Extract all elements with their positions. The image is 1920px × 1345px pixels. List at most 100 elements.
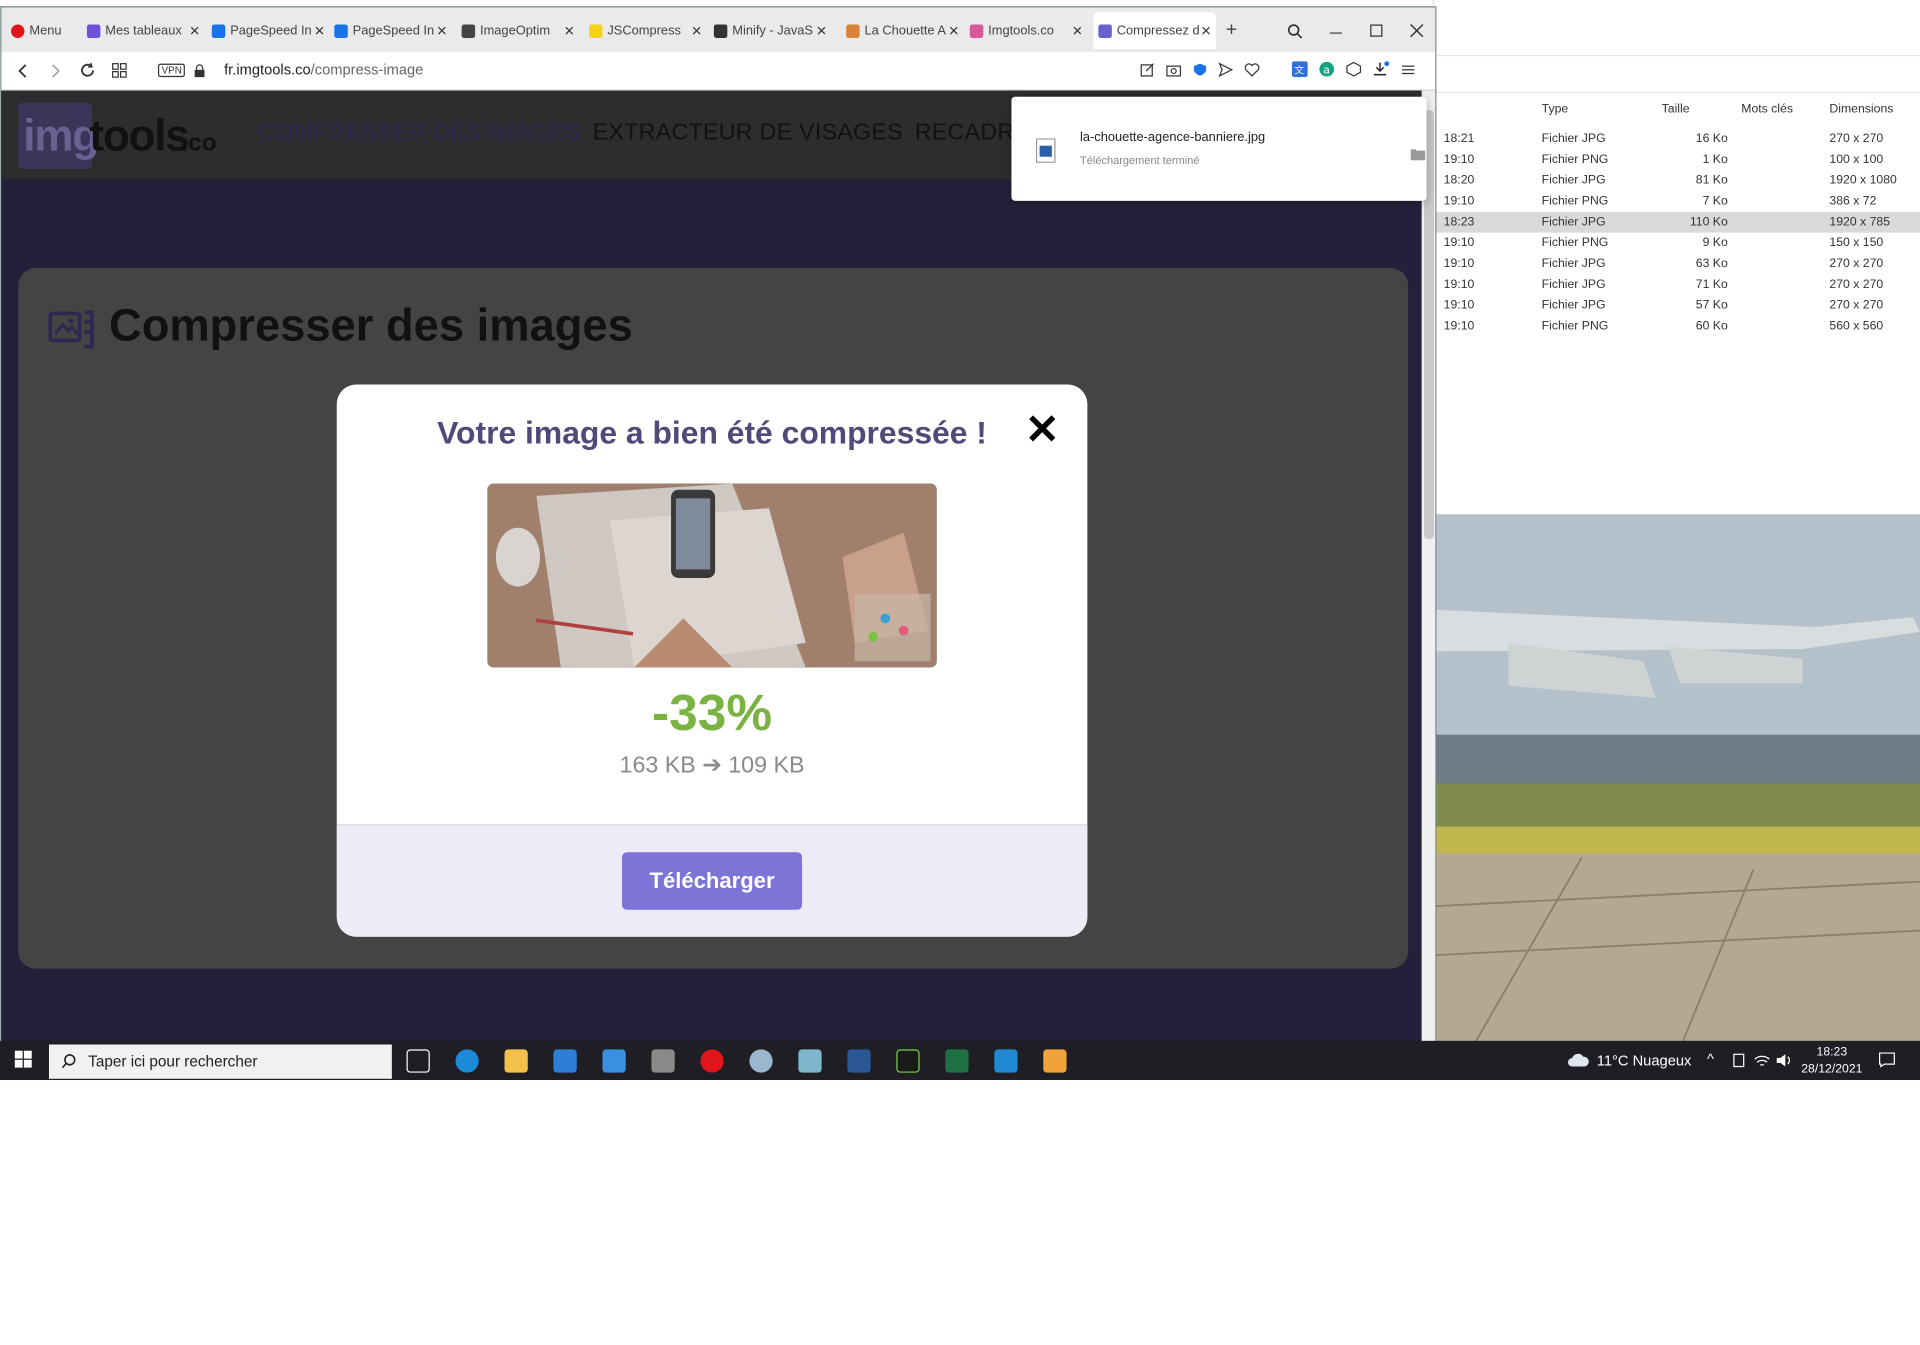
camera-icon[interactable] [1166,61,1182,83]
weather-text[interactable]: 11°C Nuageux [1597,1052,1692,1069]
reload-icon[interactable] [80,62,96,84]
nav-compress-images[interactable]: COMPRESSER DES IMAGES [258,120,580,147]
column-header-dimensions[interactable]: Dimensions [1829,103,1893,116]
word-icon[interactable] [847,1049,871,1073]
volume-icon[interactable] [1776,1052,1793,1074]
tray-chevron-icon[interactable]: ^ [1707,1051,1714,1068]
url-field[interactable]: fr.imgtools.co/compress-image [224,61,423,78]
wifi-icon[interactable] [1753,1052,1770,1074]
vpn-badge[interactable]: VPN [157,63,186,78]
shield-icon[interactable] [1193,61,1208,83]
tab-close-icon[interactable]: × [564,21,574,41]
calculator-icon[interactable] [651,1049,675,1073]
sublime-text-icon[interactable] [1043,1049,1067,1073]
tab-close-icon[interactable]: × [1072,21,1082,41]
tab-favicon-icon [846,23,860,38]
snapshot-edit-icon[interactable] [1140,61,1155,83]
tab-close-icon[interactable]: × [314,21,324,41]
extensions-cube-icon[interactable] [1346,61,1362,83]
browser-tab[interactable]: Compressez d × [1093,12,1216,49]
speed-dial-icon[interactable] [111,62,127,84]
taskbar-search-input[interactable]: Taper ici pour rechercher [48,1044,392,1079]
download-popup: la-chouette-agence-banniere.jpg Téléchar… [1011,96,1427,201]
store-icon[interactable] [553,1049,577,1073]
browser-tab[interactable]: Mes tableaux × [82,12,204,49]
close-window-icon[interactable] [1409,12,1429,49]
file-row[interactable]: 19:10 Fichier PNG 1 Ko 100 x 100 [1434,149,1920,170]
file-row[interactable]: 18:23 Fichier JPG 110 Ko 1920 x 785 [1433,211,1920,233]
tab-favicon-icon [1098,23,1112,38]
browser-tab[interactable]: PageSpeed In × [329,12,451,49]
forward-icon[interactable] [48,62,63,84]
tab-close-icon[interactable]: × [949,21,959,41]
tab-close-icon[interactable]: × [190,21,200,41]
extension-a-icon[interactable]: a [1319,61,1335,83]
excel-icon[interactable] [945,1049,969,1073]
menu-label: Menu [29,23,62,38]
opera-taskbar-icon[interactable] [700,1049,724,1073]
page-scrollbar[interactable] [1421,90,1436,1047]
notification-icon[interactable] [1878,1052,1895,1074]
file-modified-time: 19:10 [1443,319,1475,334]
mail-icon[interactable] [602,1049,626,1073]
file-type: Fichier PNG [1541,236,1609,250]
file-modified-time: 19:10 [1443,153,1475,167]
file-row[interactable]: 19:10 Fichier JPG 57 Ko 270 x 270 [1434,295,1920,316]
task-view-icon[interactable] [406,1049,430,1073]
system-clock[interactable]: 18:23 28/12/2021 [1800,1044,1864,1078]
browser-tab[interactable]: La Chouette A × [841,12,963,49]
file-row[interactable]: 18:20 Fichier JPG 81 Ko 1920 x 1080 [1434,170,1920,191]
lock-icon[interactable] [193,62,205,84]
file-row[interactable]: 19:10 Fichier PNG 7 Ko 386 x 72 [1434,191,1920,212]
browser-tab[interactable]: PageSpeed In × [207,12,329,49]
file-modified-time: 19:10 [1443,236,1475,250]
browser-tab[interactable]: Minify - JavaS × [709,12,831,49]
file-row[interactable]: 19:10 Fichier PNG 60 Ko 560 x 560 [1434,316,1920,337]
maximize-icon[interactable] [1369,12,1389,49]
file-row[interactable]: 19:10 Fichier JPG 71 Ko 270 x 270 [1434,274,1920,295]
browser-tab[interactable]: JSCompress × [584,12,706,49]
download-button[interactable]: Télécharger [622,852,803,910]
browser-tab[interactable]: ImageOptim × [457,12,579,49]
new-tab-button[interactable]: + [1226,12,1246,49]
download-filename[interactable]: la-chouette-agence-banniere.jpg [1080,130,1265,145]
file-size: 16 Ko [1695,132,1728,146]
easy-setup-icon[interactable] [1401,61,1416,83]
windows-start-icon[interactable] [14,1050,32,1074]
explorer-ribbon [1433,56,1920,94]
dreamweaver-icon[interactable] [896,1049,920,1073]
file-row[interactable]: 18:21 Fichier JPG 16 Ko 270 x 270 [1434,129,1920,150]
back-icon[interactable] [16,62,31,84]
notepad-icon[interactable] [798,1049,822,1073]
file-explorer-icon[interactable] [504,1049,528,1073]
tab-close-icon[interactable]: × [437,21,447,41]
url-host: fr.imgtools.co [224,61,311,79]
network-icon[interactable] [1731,1052,1746,1074]
heart-icon[interactable] [1244,61,1260,83]
send-icon[interactable] [1218,61,1234,83]
edge-icon[interactable] [455,1049,479,1073]
translate-icon[interactable]: 文 [1291,61,1308,83]
tab-close-icon[interactable]: × [692,21,702,41]
search-tabs-icon[interactable] [1287,12,1307,49]
tab-close-icon[interactable]: × [817,21,827,41]
close-icon[interactable]: ✕ [1025,409,1060,451]
tab-close-icon[interactable]: × [1201,21,1211,41]
column-header-size[interactable]: Taille [1662,103,1690,116]
vscode-icon[interactable] [994,1049,1018,1073]
menu-button[interactable]: Menu [11,12,82,49]
folder-icon[interactable] [1410,144,1426,166]
file-size: 71 Ko [1695,277,1728,292]
paint-icon[interactable] [749,1049,773,1073]
imgtools-logo[interactable]: img tools .co [18,98,217,171]
downloads-icon[interactable] [1373,61,1390,83]
browser-tab[interactable]: Imgtools.co × [965,12,1087,49]
nav-face-extractor[interactable]: EXTRACTEUR DE VISAGES [593,120,903,147]
column-header-type[interactable]: Type [1542,103,1569,116]
file-row[interactable]: 19:10 Fichier PNG 9 Ko 150 x 150 [1434,233,1920,254]
column-header-keywords[interactable]: Mots clés [1741,103,1793,116]
file-dimensions: 1920 x 785 [1829,215,1891,229]
minimize-icon[interactable] [1329,12,1349,49]
file-row[interactable]: 19:10 Fichier JPG 63 Ko 270 x 270 [1434,253,1920,274]
logo-text-img: img [23,110,99,161]
